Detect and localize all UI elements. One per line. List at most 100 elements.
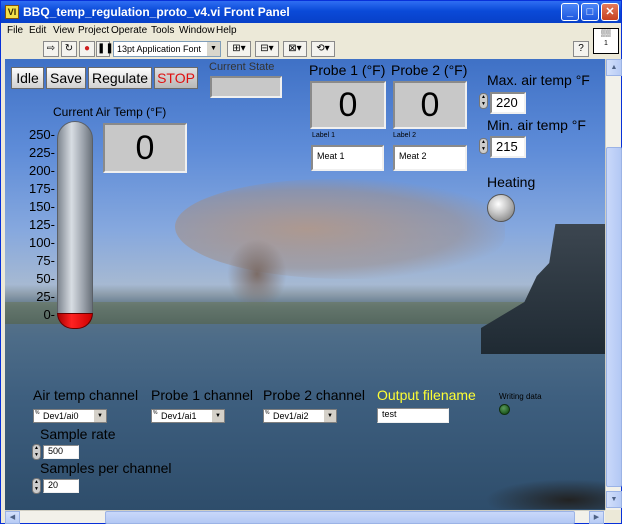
probe1-channel-label: Probe 1 channel <box>151 387 253 403</box>
output-filename-input[interactable]: test <box>377 408 449 423</box>
maximize-button[interactable]: □ <box>581 3 599 21</box>
regulate-button[interactable]: Regulate <box>88 67 152 89</box>
sample-rate-input[interactable]: 500 <box>43 445 79 459</box>
samples-per-channel-label: Samples per channel <box>40 460 172 476</box>
samples-per-channel-incdec[interactable]: ▲ ▼ <box>32 478 41 494</box>
max-air-incdec[interactable]: ▲ ▼ <box>479 93 488 109</box>
save-button[interactable]: Save <box>46 67 86 89</box>
tick-200: 200- <box>28 163 55 178</box>
align-objects-icon[interactable]: ⊞▾ <box>227 41 251 57</box>
thermometer-fill <box>57 313 93 329</box>
close-button[interactable]: ✕ <box>601 3 619 21</box>
menu-file[interactable]: File <box>7 25 23 36</box>
help-button[interactable]: ? <box>573 41 589 57</box>
vi-connector-icon[interactable]: ▒▒ 1 <box>593 28 619 54</box>
vi-run-icon: VI <box>5 5 19 19</box>
tick-0: 0- <box>43 307 55 322</box>
run-arrow-icon[interactable]: ⇨ <box>43 41 59 57</box>
menu-view[interactable]: View <box>53 25 75 36</box>
scroll-down-icon[interactable]: ▼ <box>606 491 622 508</box>
probe1-name-input[interactable]: Meat 1 <box>311 145 384 171</box>
menu-bar: File Edit View Project Operate Tools Win… <box>1 23 621 39</box>
background-plume <box>227 239 287 309</box>
min-air-temp-label: Min. air temp °F <box>487 117 586 133</box>
window-title: BBQ_temp_regulation_proto_v4.vi Front Pa… <box>23 5 290 19</box>
menu-edit[interactable]: Edit <box>29 25 46 36</box>
vi-icon-top: ▒▒ <box>601 30 611 37</box>
thermometer-tube[interactable] <box>57 121 93 321</box>
probe1-label: Probe 1 (°F) <box>309 62 386 78</box>
background-rocks <box>485 479 605 509</box>
air-temp-indicator: 0 <box>103 123 187 173</box>
scroll-right-icon[interactable]: ▶ <box>589 511 604 524</box>
io-icon: % <box>35 410 40 416</box>
probe1-channel-value: Dev1/ai1 <box>161 411 197 421</box>
vi-icon-bottom: 1 <box>604 40 608 47</box>
distribute-objects-icon[interactable]: ⊟▾ <box>255 41 279 57</box>
min-air-incdec[interactable]: ▲ ▼ <box>479 138 488 154</box>
stop-button[interactable]: STOP <box>154 67 198 89</box>
probe2-text-label: Label 2 <box>393 132 416 139</box>
probe2-label: Probe 2 (°F) <box>391 62 468 78</box>
minimize-button[interactable]: _ <box>561 3 579 21</box>
air-channel-label: Air temp channel <box>33 387 139 403</box>
title-bar[interactable]: VI BBQ_temp_regulation_proto_v4.vi Front… <box>1 1 621 23</box>
chevron-down-icon: ▼ <box>94 410 106 422</box>
background-smoke <box>175 179 505 279</box>
probe2-channel-select[interactable]: % Dev1/ai2 ▼ <box>263 409 337 423</box>
probe2-channel-value: Dev1/ai2 <box>273 411 309 421</box>
pause-icon[interactable]: ❚❚ <box>96 41 114 57</box>
chevron-down-icon: ▼ <box>207 42 220 56</box>
font-select[interactable]: 13pt Application Font ▼ <box>113 41 221 57</box>
sample-rate-incdec[interactable]: ▲ ▼ <box>32 444 41 460</box>
probe1-channel-select[interactable]: % Dev1/ai1 ▼ <box>151 409 225 423</box>
probe2-indicator: 0 <box>393 81 467 129</box>
menu-operate[interactable]: Operate <box>111 25 147 36</box>
menu-help[interactable]: Help <box>216 25 237 36</box>
writing-data-label: Writing data <box>499 392 542 401</box>
menu-tools[interactable]: Tools <box>151 25 174 36</box>
writing-data-led <box>499 404 510 415</box>
abort-icon[interactable]: ● <box>79 41 95 57</box>
font-select-value: 13pt Application Font <box>117 44 202 54</box>
labview-window: VI BBQ_temp_regulation_proto_v4.vi Front… <box>0 0 622 524</box>
heating-label: Heating <box>487 174 536 190</box>
reorder-icon[interactable]: ⟲▾ <box>311 41 335 57</box>
min-air-temp-input[interactable]: 215 <box>490 136 526 158</box>
tick-100: 100- <box>28 235 55 250</box>
tick-50: 50- <box>36 271 55 286</box>
tick-75: 75- <box>36 253 55 268</box>
horizontal-scroll-thumb[interactable] <box>105 511 575 524</box>
tick-175: 175- <box>28 181 55 196</box>
vertical-scrollbar[interactable]: ▲ ▼ <box>605 59 622 510</box>
sample-rate-label: Sample rate <box>40 426 116 442</box>
air-channel-select[interactable]: % Dev1/ai0 ▼ <box>33 409 107 423</box>
current-state-label: Current State <box>209 61 275 73</box>
probe1-text-label: Label 1 <box>312 132 335 139</box>
samples-per-channel-input[interactable]: 20 <box>43 479 79 493</box>
probe1-indicator: 0 <box>310 81 386 129</box>
max-air-temp-input[interactable]: 220 <box>490 92 526 114</box>
io-icon: % <box>153 410 158 416</box>
current-state-indicator <box>210 76 282 98</box>
menu-project[interactable]: Project <box>78 25 109 36</box>
tick-225: 225- <box>28 145 55 160</box>
horizontal-scrollbar[interactable]: ◀ ▶ <box>5 510 605 524</box>
max-air-temp-label: Max. air temp °F <box>487 72 590 88</box>
output-filename-label: Output filename <box>377 387 476 403</box>
idle-button[interactable]: Idle <box>11 67 44 89</box>
probe2-channel-label: Probe 2 channel <box>263 387 365 403</box>
scroll-left-icon[interactable]: ◀ <box>5 511 20 524</box>
front-panel: Idle Save Regulate STOP Current State Pr… <box>5 59 605 510</box>
vertical-scroll-thumb[interactable] <box>606 147 622 487</box>
menu-window[interactable]: Window <box>179 25 215 36</box>
probe2-name-input[interactable]: Meat 2 <box>393 145 467 171</box>
run-continuous-icon[interactable]: ↻ <box>61 41 77 57</box>
heating-led <box>487 194 515 222</box>
air-channel-value: Dev1/ai0 <box>43 411 79 421</box>
tick-25: 25- <box>36 289 55 304</box>
toolbar: ⇨ ↻ ● ❚❚ 13pt Application Font ▼ ⊞▾ ⊟▾ ⊠… <box>1 39 621 59</box>
thermometer-scale: 250- 225- 200- 175- 150- 125- 100- 75- 5… <box>5 127 57 322</box>
scroll-up-icon[interactable]: ▲ <box>606 59 622 76</box>
resize-objects-icon[interactable]: ⊠▾ <box>283 41 307 57</box>
